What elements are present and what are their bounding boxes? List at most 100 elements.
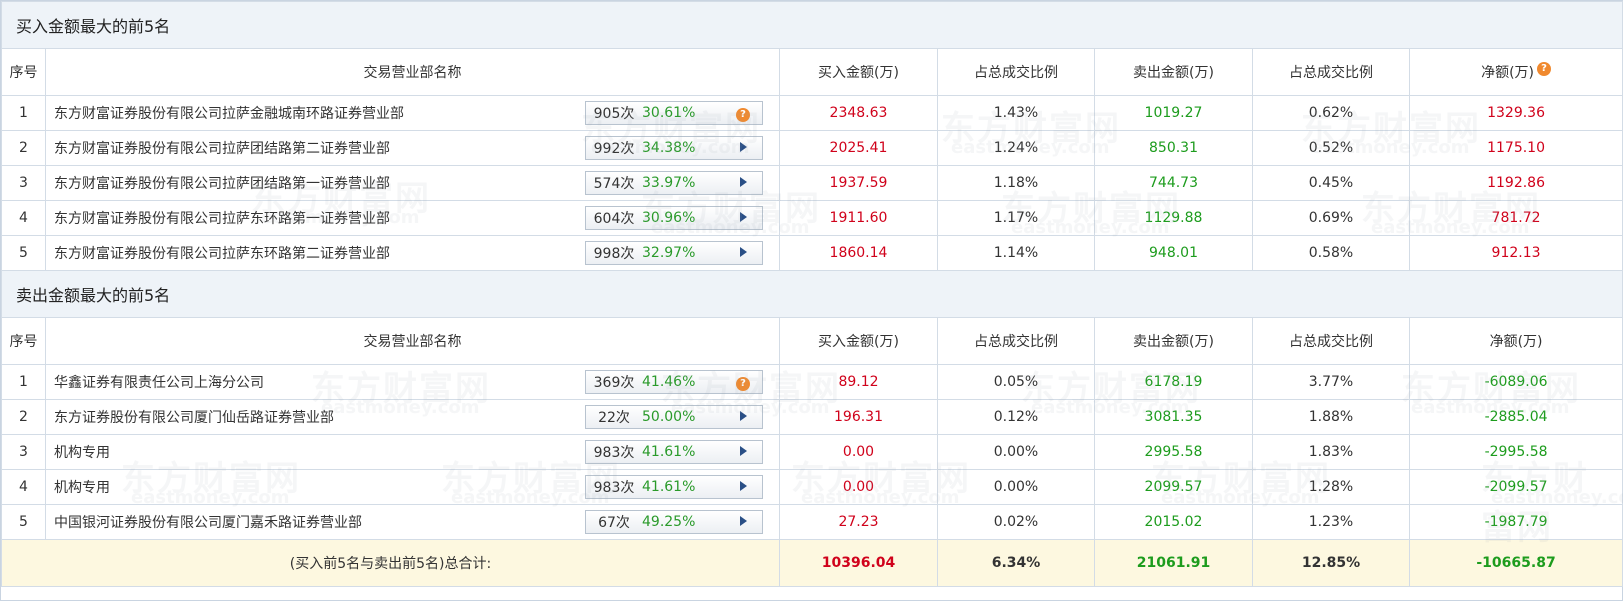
buy-ratio: 0.12% (937, 399, 1095, 435)
question-icon[interactable]: ? (728, 105, 758, 122)
sell-amount: 6178.19 (1094, 364, 1253, 400)
header-row: 序号 交易营业部名称 买入金额(万) 占总成交比例 卖出金额(万) 占总成交比例 净额(万) (1, 317, 1623, 365)
section-title: 卖出金额最大的前5名 (0, 270, 1623, 318)
seat-win-rate: 49.25% (642, 514, 696, 530)
column-header: 占总成交比例 (1252, 317, 1410, 365)
seat-stats-badge[interactable]: 574次 33.97% (585, 171, 763, 195)
sell-ratio: 1.28% (1252, 469, 1410, 505)
seat-name-wrap: 东方财富证券股份有限公司拉萨东环路第一证券营业部 604次 30.96% (54, 206, 779, 230)
seat-stats-badge[interactable]: 369次 41.46%? (585, 370, 763, 394)
sell-amount: 2995.58 (1094, 434, 1253, 470)
table-row: 3 机构专用 983次 41.61% 0.00 0.00% 2995.58 1.83% -299… (1, 434, 1623, 470)
table-row: 1 东方财富证券股份有限公司拉萨金融城南环路证券营业部 905次 30.61%? 234… (1, 95, 1623, 131)
seat-name-cell: 机构专用 983次 41.61% (45, 434, 780, 470)
seat-count: 983次 (593, 445, 635, 461)
seat-name[interactable]: 华鑫证券有限责任公司上海分公司 (54, 372, 264, 392)
dragon-tiger-table-panel: 买入金额最大的前5名 序号 交易营业部名称 买入金额(万) 占总成交比例 卖出金额(万) 占… (0, 0, 1623, 601)
seat-name-wrap: 华鑫证券有限责任公司上海分公司 369次 41.46%? (54, 370, 779, 394)
seat-stats-badge[interactable]: 983次 41.61% (585, 440, 763, 464)
sell-amount: 2015.02 (1094, 504, 1253, 540)
sell-ratio: 1.23% (1252, 504, 1410, 540)
row-seq: 4 (1, 469, 46, 505)
buy-amount: 27.23 (779, 504, 938, 540)
total-label: (买入前5名与卖出前5名)总合计: (1, 539, 780, 587)
seat-stats-badge[interactable]: 992次 34.38% (585, 136, 763, 160)
column-header-label: 净额(万) (1489, 334, 1543, 350)
buy-amount: 0.00 (779, 469, 938, 505)
question-glyph: ? (736, 107, 750, 122)
expand-arrow-icon[interactable] (728, 245, 758, 261)
sell-ratio: 1.83% (1252, 434, 1410, 470)
seat-name[interactable]: 东方财富证券股份有限公司拉萨团结路第二证券营业部 (54, 138, 390, 158)
column-header-label: 序号 (9, 334, 38, 350)
sell-ratio: 0.45% (1252, 165, 1410, 201)
seat-win-rate: 30.96% (642, 210, 696, 226)
sell-ratio: 0.58% (1252, 235, 1410, 271)
row-seq: 2 (1, 399, 46, 435)
arrow-glyph (739, 247, 747, 257)
buy-ratio: 1.18% (937, 165, 1095, 201)
buy-amount: 89.12 (779, 364, 938, 400)
buy-amount: 1860.14 (779, 235, 938, 271)
net-amount: 1175.10 (1408, 130, 1623, 166)
sell-amount: 1019.27 (1094, 95, 1253, 131)
arrow-glyph (739, 446, 747, 456)
seat-count: 574次 (593, 176, 635, 192)
seat-stats-badge[interactable]: 604次 30.96% (585, 206, 763, 230)
seat-count: 67次 (598, 515, 630, 531)
sell-amount: 3081.35 (1094, 399, 1253, 435)
seat-name[interactable]: 机构专用 (54, 442, 110, 462)
seat-stats-badge[interactable]: 22次 50.00% (585, 405, 763, 429)
seat-win-rate: 50.00% (642, 409, 696, 425)
section-title: 买入金额最大的前5名 (0, 1, 1623, 49)
seat-name-cell: 东方财富证券股份有限公司拉萨东环路第二证券营业部 998次 32.97% (45, 235, 780, 271)
seat-stats-badge[interactable]: 998次 32.97% (585, 241, 763, 265)
column-header: 买入金额(万) (779, 48, 938, 96)
seat-name-wrap: 东方财富证券股份有限公司拉萨东环路第二证券营业部 998次 32.97% (54, 241, 779, 265)
seat-name-cell: 东方财富证券股份有限公司拉萨东环路第一证券营业部 604次 30.96% (45, 200, 780, 236)
seat-name-wrap: 东方财富证券股份有限公司拉萨团结路第二证券营业部 992次 34.38% (54, 136, 779, 160)
seat-name[interactable]: 东方证券股份有限公司厦门仙岳路证券营业部 (54, 407, 334, 427)
seat-name-wrap: 东方财富证券股份有限公司拉萨金融城南环路证券营业部 905次 30.61%? (54, 101, 779, 125)
buy-amount: 0.00 (779, 434, 938, 470)
arrow-glyph (739, 142, 747, 152)
buy-ratio: 1.43% (937, 95, 1095, 131)
seat-stats-badge[interactable]: 905次 30.61%? (585, 101, 763, 125)
seat-name[interactable]: 东方财富证券股份有限公司拉萨团结路第一证券营业部 (54, 173, 390, 193)
table-row: 3 东方财富证券股份有限公司拉萨团结路第一证券营业部 574次 33.97% 1937.… (1, 165, 1623, 201)
net-amount: 912.13 (1408, 235, 1623, 271)
buy-amount: 1911.60 (779, 200, 938, 236)
arrow-glyph (739, 481, 747, 491)
expand-arrow-icon[interactable] (728, 140, 758, 156)
expand-arrow-icon[interactable] (728, 409, 758, 425)
seat-stats-badge[interactable]: 67次 49.25% (585, 510, 763, 534)
seat-name-wrap: 东方证券股份有限公司厦门仙岳路证券营业部 22次 50.00% (54, 405, 779, 429)
seat-name[interactable]: 东方财富证券股份有限公司拉萨东环路第二证券营业部 (54, 243, 390, 263)
arrow-glyph (739, 516, 747, 526)
expand-arrow-icon[interactable] (728, 444, 758, 460)
seat-count: 905次 (593, 106, 635, 122)
column-header-label: 序号 (9, 65, 38, 81)
question-icon[interactable]: ? (1537, 62, 1552, 76)
question-icon[interactable]: ? (728, 374, 758, 391)
buy-amount: 196.31 (779, 399, 938, 435)
expand-arrow-icon[interactable] (728, 514, 758, 530)
table-row: 5 中国银河证券股份有限公司厦门嘉禾路证券营业部 67次 49.25% 27.23 0.0… (1, 504, 1623, 540)
seat-win-rate: 33.97% (642, 175, 696, 191)
expand-arrow-icon[interactable] (728, 175, 758, 191)
seat-name[interactable]: 东方财富证券股份有限公司拉萨金融城南环路证券营业部 (54, 103, 404, 123)
seat-stats-badge[interactable]: 983次 41.61% (585, 475, 763, 499)
sell-ratio: 0.52% (1252, 130, 1410, 166)
seat-name[interactable]: 机构专用 (54, 477, 110, 497)
buy-ratio: 1.14% (937, 235, 1095, 271)
column-header: 占总成交比例 (937, 317, 1095, 365)
seat-name[interactable]: 东方财富证券股份有限公司拉萨东环路第一证券营业部 (54, 208, 390, 228)
column-header-label: 交易营业部名称 (363, 334, 462, 350)
expand-arrow-icon[interactable] (728, 210, 758, 226)
seat-count: 992次 (593, 141, 635, 157)
expand-arrow-icon[interactable] (728, 479, 758, 495)
seat-name-cell: 东方财富证券股份有限公司拉萨团结路第二证券营业部 992次 34.38% (45, 130, 780, 166)
seat-name[interactable]: 中国银河证券股份有限公司厦门嘉禾路证券营业部 (54, 512, 362, 532)
net-amount: -2099.57 (1408, 469, 1623, 505)
net-amount: 1329.36 (1408, 95, 1623, 131)
